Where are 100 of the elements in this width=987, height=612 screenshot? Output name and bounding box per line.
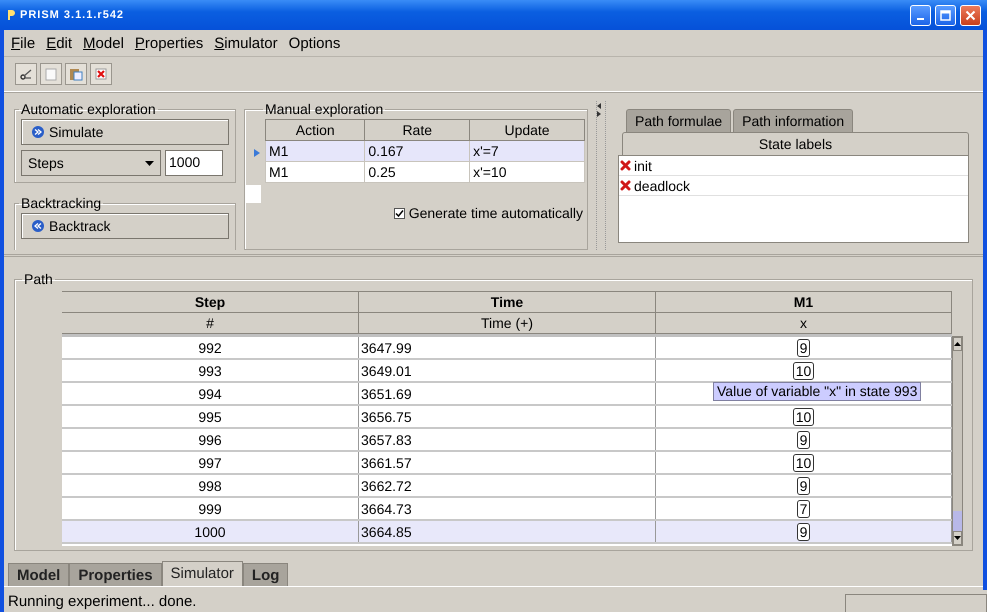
menu-item[interactable]: Properties <box>134 34 204 52</box>
fast-forward-icon <box>32 126 44 138</box>
menu-item[interactable]: Simulator <box>213 34 279 52</box>
scrollbar[interactable] <box>952 336 963 546</box>
column-header[interactable]: Rate <box>364 120 470 140</box>
maximize-button[interactable] <box>935 4 956 26</box>
table-cell: 1000 <box>62 521 359 542</box>
table-cell: 996 <box>62 429 359 450</box>
menu-item[interactable]: Model <box>82 34 125 52</box>
tab[interactable]: Simulator <box>162 561 243 586</box>
state-value: 9 <box>796 522 810 540</box>
table-row[interactable]: 997 3661.57 10 <box>62 452 952 475</box>
table-cell: 999 <box>62 498 359 519</box>
checkbox[interactable] <box>394 208 405 218</box>
simulate-button[interactable]: Simulate <box>21 119 229 145</box>
collapse-left-icon[interactable] <box>597 103 601 109</box>
column-subheader[interactable]: # <box>62 313 359 334</box>
mode-dropdown[interactable]: Steps <box>21 150 161 176</box>
group-title: Manual exploration <box>264 101 384 117</box>
checkbox-label: Generate time automatically <box>408 205 583 221</box>
tooltip: Value of variable "x" in state 993 <box>713 382 922 401</box>
menu-item[interactable]: File <box>10 34 36 52</box>
maximize-icon <box>940 10 951 20</box>
group-title: Backtracking <box>20 195 102 211</box>
delete-icon <box>93 66 109 82</box>
scroll-up-icon[interactable] <box>954 342 961 346</box>
table-cell: 992 <box>62 337 359 358</box>
table-cell: 3649.01 <box>359 360 656 381</box>
scissors-button[interactable] <box>15 63 37 85</box>
table-cell: 993 <box>62 360 359 381</box>
window-title: PRISM 3.1.1.r542 <box>20 9 126 21</box>
minimize-button[interactable] <box>910 4 931 26</box>
menu-item[interactable]: Edit <box>45 34 74 52</box>
row-pointer-icon <box>254 149 260 157</box>
group-title: Path <box>23 271 54 287</box>
table-row[interactable]: 996 3657.83 9 <box>62 429 952 452</box>
table-cell: x'=7 <box>470 140 584 162</box>
table-cell: 0.167 <box>364 140 470 162</box>
steps-field[interactable]: 1000 <box>165 150 223 176</box>
delete-button[interactable] <box>90 63 112 85</box>
state-value: 10 <box>792 454 814 472</box>
clipboard-button[interactable] <box>65 63 87 85</box>
group-title: Automatic exploration <box>20 101 157 117</box>
table-row[interactable]: M1 0.25 x'=10 <box>266 162 584 182</box>
table-cell: 997 <box>62 452 359 473</box>
state-label: deadlock <box>634 178 690 194</box>
table-row[interactable]: M1 0.167 x'=7 <box>266 140 584 162</box>
table-row[interactable]: 998 3662.72 9 <box>62 475 952 498</box>
table-cell: 3651.69 <box>359 383 656 404</box>
close-icon <box>965 10 976 20</box>
table-cell: x'=10 <box>470 162 584 182</box>
column-header[interactable]: Update <box>470 120 584 140</box>
table-cell: 3661.57 <box>359 452 656 473</box>
state-value: 10 <box>792 408 814 426</box>
column-header[interactable]: Action <box>266 120 365 140</box>
state-value: 9 <box>796 338 810 356</box>
state-label: init <box>634 158 652 174</box>
table-cell: 0.25 <box>364 162 470 182</box>
column-subheader[interactable]: x <box>656 313 952 334</box>
clipboard-icon <box>68 66 84 82</box>
status-text: Running experiment... done. <box>8 592 198 610</box>
table-cell: M1 <box>266 162 365 182</box>
scroll-thumb[interactable] <box>953 511 962 531</box>
table-cell: 3664.73 <box>359 498 656 519</box>
rewind-icon <box>32 220 44 232</box>
state-value: 7 <box>796 500 810 518</box>
column-header[interactable]: Time <box>359 291 656 313</box>
table-row[interactable]: 1000 3664.85 9 <box>62 521 952 544</box>
tab[interactable]: Path formulae <box>626 109 732 132</box>
state-value: 10 <box>792 362 814 380</box>
table-cell: 3656.75 <box>359 406 656 427</box>
column-header[interactable]: M1 <box>656 291 952 313</box>
table-cell: 994 <box>62 383 359 404</box>
table-row[interactable]: 995 3656.75 10 <box>62 406 952 429</box>
table-cell: 3662.72 <box>359 475 656 496</box>
state-value: 9 <box>796 430 810 448</box>
table-cell: 998 <box>62 475 359 496</box>
column-header[interactable]: Step <box>62 291 359 313</box>
scroll-down-icon[interactable] <box>954 536 961 540</box>
tab[interactable]: Log <box>242 563 288 586</box>
tab[interactable]: State labels <box>622 132 969 155</box>
close-button[interactable] <box>960 4 981 26</box>
tab[interactable]: Path information <box>733 109 854 132</box>
row-header-cell <box>245 185 261 203</box>
table-row[interactable]: 992 3647.99 9 <box>62 337 952 360</box>
tab[interactable]: Model <box>8 563 70 586</box>
menu-item[interactable]: Options <box>288 34 342 52</box>
caret-icon <box>145 160 154 166</box>
table-cell: M1 <box>266 140 365 162</box>
backtrack-button[interactable]: Backtrack <box>21 213 229 239</box>
collapse-right-icon[interactable] <box>597 111 601 117</box>
table-cell: 3647.99 <box>359 337 656 358</box>
page-icon <box>43 66 59 82</box>
app-logo-icon <box>6 9 16 21</box>
state-value: 9 <box>796 476 810 494</box>
table-cell: 3657.83 <box>359 429 656 450</box>
tab[interactable]: Properties <box>69 563 162 586</box>
table-cell: 995 <box>62 406 359 427</box>
column-subheader[interactable]: Time (+) <box>359 313 656 334</box>
table-cell: 3664.85 <box>359 521 656 542</box>
